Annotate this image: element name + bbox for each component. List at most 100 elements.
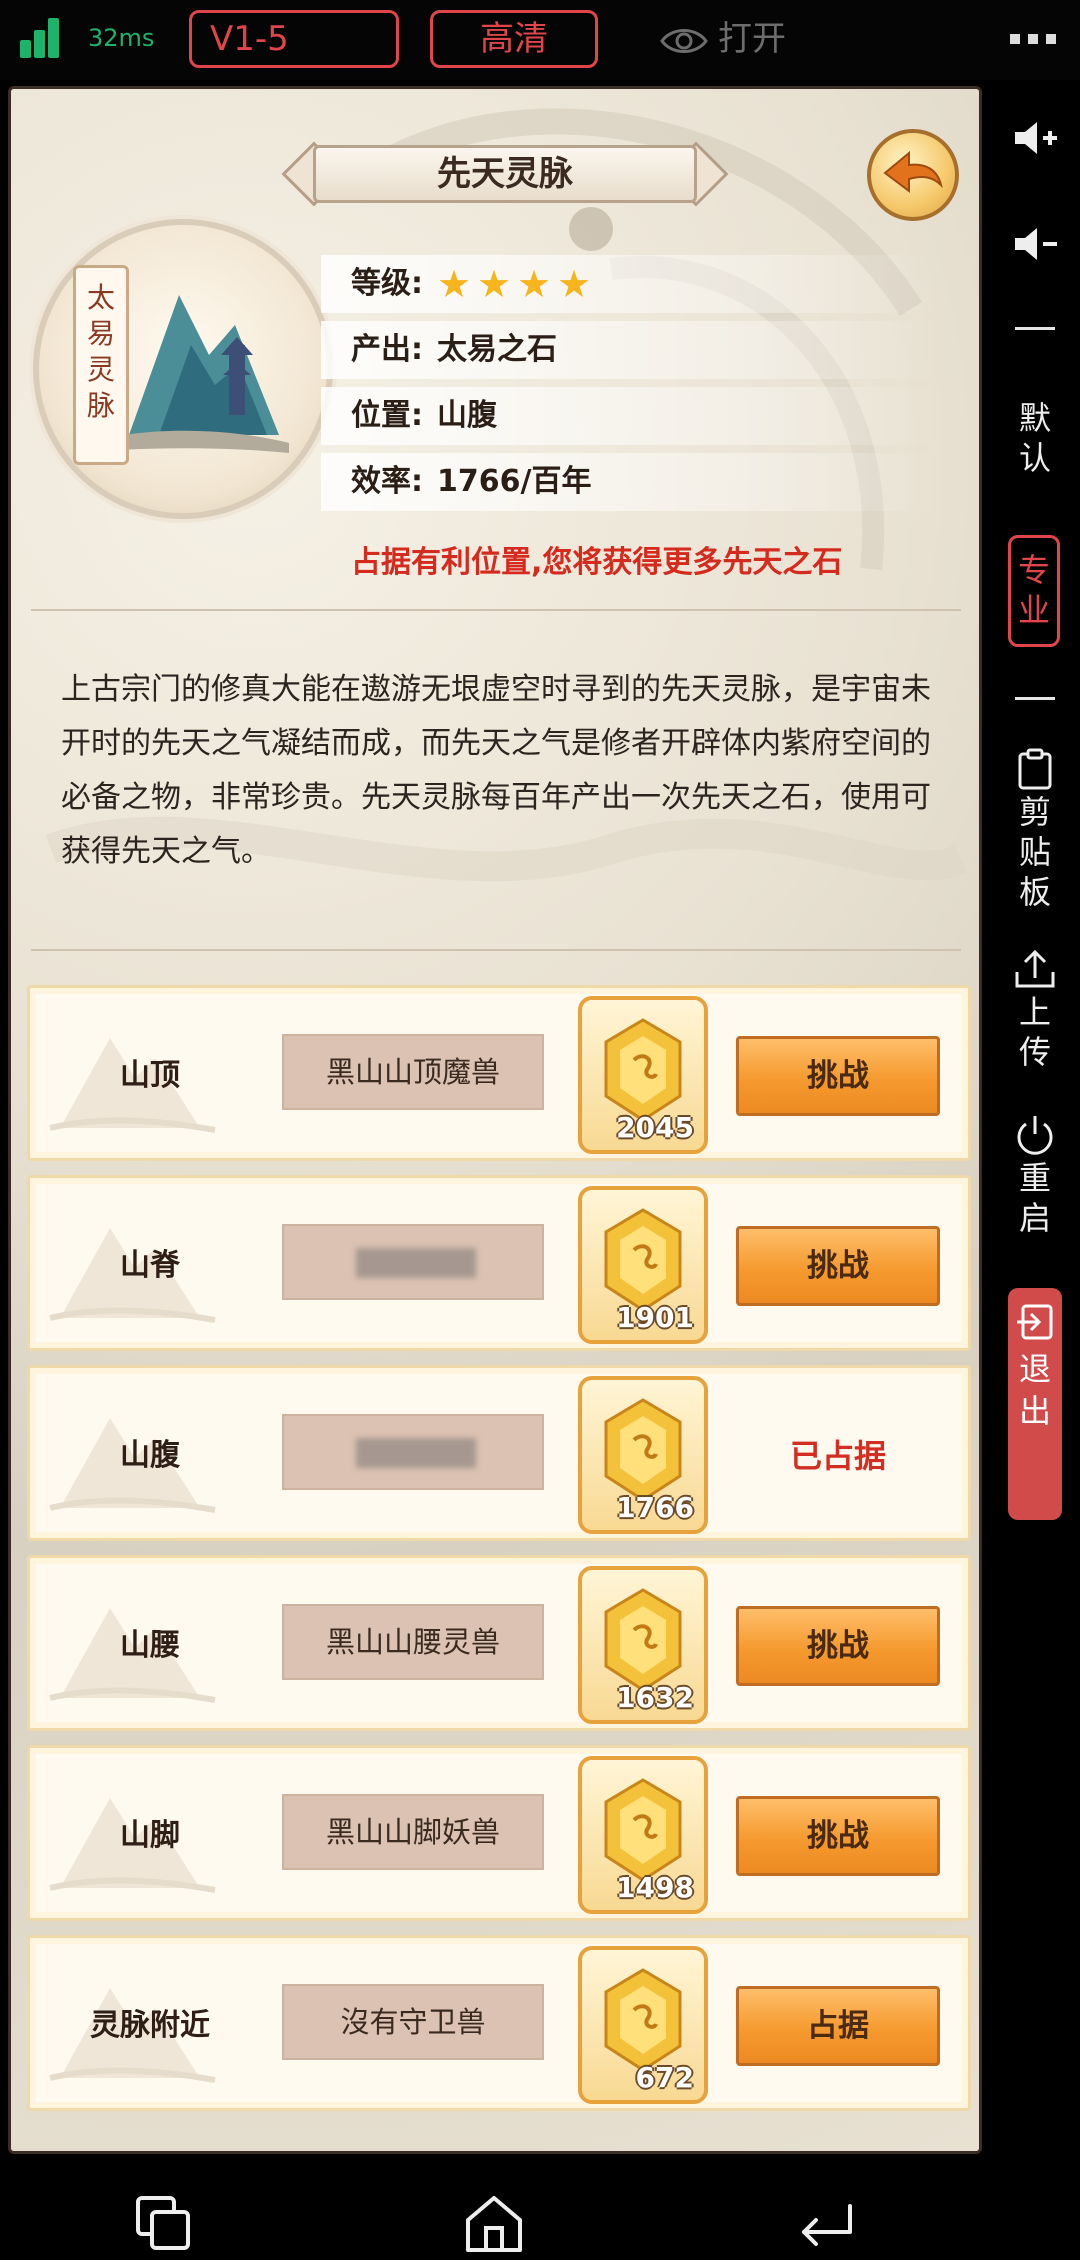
clipboard-button[interactable]: 剪贴板 — [990, 748, 1080, 912]
star-icon: ★ — [557, 262, 592, 306]
star-icon: ★ — [517, 262, 552, 306]
emblem-name-tag: 太易灵脉 — [73, 265, 129, 465]
location-name: 山脚 — [120, 1818, 180, 1853]
home-button[interactable] — [462, 2192, 526, 2256]
challenge-button[interactable]: 挑战 — [736, 1036, 940, 1116]
reward-gem-card: 672 — [578, 1946, 708, 2104]
location-name: 灵脉附近 — [90, 2008, 210, 2043]
level-stars: ★ ★ ★ ★ — [437, 265, 597, 303]
position-value: 山腹 — [437, 398, 497, 433]
upload-button[interactable]: 上传 — [990, 948, 1080, 1072]
back-button[interactable] — [867, 129, 959, 221]
upload-label: 上传 — [1018, 993, 1051, 1071]
reward-gem-card: 1901 — [578, 1186, 708, 1344]
eye-icon — [660, 28, 708, 53]
guard-name-redacted — [356, 1438, 476, 1468]
clipboard-icon — [1018, 748, 1052, 790]
location-name: 山顶 — [120, 1058, 180, 1093]
output-value: 太易之石 — [437, 332, 557, 367]
exit-label: 退出 — [1018, 1350, 1051, 1430]
exit-icon — [1017, 1304, 1053, 1340]
location-row: 山腹 1766 已占据 — [27, 1365, 971, 1541]
guard-name-redacted — [356, 1248, 476, 1278]
challenge-button[interactable]: 挑战 — [736, 1226, 940, 1306]
output-label: 产出: — [351, 332, 423, 367]
restart-button[interactable]: 重启 — [990, 1114, 1080, 1238]
location-row: 山脚 黑山山脚妖兽 1498 挑战 — [27, 1745, 971, 1921]
sidebar-divider — [1015, 697, 1055, 700]
challenge-button[interactable]: 挑战 — [736, 1606, 940, 1686]
location-row: 灵脉附近 沒有守卫兽 672 占据 — [27, 1935, 971, 2111]
page-title: 先天灵脉 — [437, 154, 573, 194]
level-row: 等级: ★ ★ ★ ★ — [321, 255, 941, 313]
spirit-stone-icon — [604, 1778, 682, 1882]
level-label: 等级: — [351, 266, 423, 301]
spirit-stone-icon — [604, 1208, 682, 1312]
position-row: 位置: 山腹 — [321, 387, 941, 445]
star-icon: ★ — [437, 262, 472, 306]
reward-count: 1901 — [616, 1301, 694, 1334]
quality-selector[interactable]: 高清 — [430, 10, 598, 68]
spirit-stone-icon — [604, 1018, 682, 1122]
guard-name — [282, 1414, 544, 1490]
guard-name: 黑山山顶魔兽 — [282, 1034, 544, 1110]
occupied-status: 已占据 — [789, 1437, 886, 1475]
efficiency-label: 效率: — [351, 464, 423, 499]
location-name: 山腰 — [120, 1628, 180, 1663]
divider — [31, 609, 961, 611]
reward-gem-card: 1632 — [578, 1566, 708, 1724]
challenge-button[interactable]: 挑战 — [736, 1796, 940, 1876]
occupy-button[interactable]: 占据 — [736, 1986, 940, 2066]
status-bar: 32ms V1-5 高清 打开 — [0, 0, 1080, 80]
version-selector[interactable]: V1-5 — [189, 10, 399, 68]
game-window: 先天灵脉 太易灵脉 等级: ★ ★ ★ ★ 产出: 太易之石 位置: 山腹 效率: 1… — [8, 86, 982, 2154]
spirit-stone-icon — [604, 1968, 682, 2072]
location-name: 山脊 — [120, 1248, 180, 1283]
efficiency-row: 效率: 1766/百年 — [321, 453, 941, 511]
return-arrow-icon — [802, 2204, 852, 2246]
location-name: 山腹 — [120, 1438, 180, 1473]
star-icon: ★ — [477, 262, 512, 306]
guard-name: 黑山山脚妖兽 — [282, 1794, 544, 1870]
back-nav-button[interactable] — [794, 2192, 858, 2256]
reward-count: 1632 — [616, 1681, 694, 1714]
volume-up-button[interactable] — [990, 118, 1080, 160]
recent-apps-icon — [136, 2196, 190, 2250]
reward-count: 1766 — [616, 1491, 694, 1524]
volume-down-icon — [1015, 228, 1057, 260]
reward-gem-card: 1498 — [578, 1756, 708, 1914]
signal-strength-icon — [20, 16, 68, 58]
location-row: 山脊 1901 挑战 — [27, 1175, 971, 1351]
location-row: 山腰 黑山山腰灵兽 1632 挑战 — [27, 1555, 971, 1731]
reward-gem-card: 2045 — [578, 996, 708, 1154]
efficiency-value: 1766/百年 — [437, 464, 592, 499]
default-mode-button[interactable]: 默认 — [990, 398, 1080, 478]
more-menu-icon[interactable] — [1010, 34, 1056, 48]
guard-name: 沒有守卫兽 — [282, 1984, 544, 2060]
location-row: 山顶 黑山山顶魔兽 2045 挑战 — [27, 985, 971, 1161]
upload-icon — [1015, 949, 1055, 988]
home-icon — [466, 2196, 522, 2252]
back-arrow-icon — [883, 150, 943, 193]
tip-text: 占据有利位置,您将获得更多先天之石 — [351, 545, 843, 580]
spirit-stone-icon — [604, 1588, 682, 1692]
reward-count: 1498 — [616, 1871, 694, 1904]
reward-count: 672 — [635, 2061, 694, 2094]
latency-readout: 32ms — [88, 24, 155, 52]
visibility-toggle[interactable]: 打开 — [660, 14, 786, 64]
reward-count: 2045 — [616, 1111, 694, 1144]
recent-apps-button[interactable] — [132, 2192, 196, 2256]
restart-label: 重启 — [1018, 1159, 1051, 1237]
visibility-toggle-label: 打开 — [718, 19, 786, 59]
clipboard-label: 剪贴板 — [1018, 793, 1051, 911]
position-label: 位置: — [351, 398, 423, 433]
tool-sidebar: 默认 专业 剪贴板 上传 重启 退出 — [990, 80, 1080, 2180]
volume-up-icon — [1015, 122, 1057, 154]
volume-down-button[interactable] — [990, 224, 1080, 266]
exit-button[interactable]: 退出 — [1008, 1288, 1062, 1520]
guard-name — [282, 1224, 544, 1300]
spirit-stone-icon — [604, 1398, 682, 1502]
pro-mode-button[interactable]: 专业 — [1008, 535, 1060, 647]
sidebar-divider — [1015, 327, 1055, 330]
power-icon — [1017, 1116, 1053, 1155]
